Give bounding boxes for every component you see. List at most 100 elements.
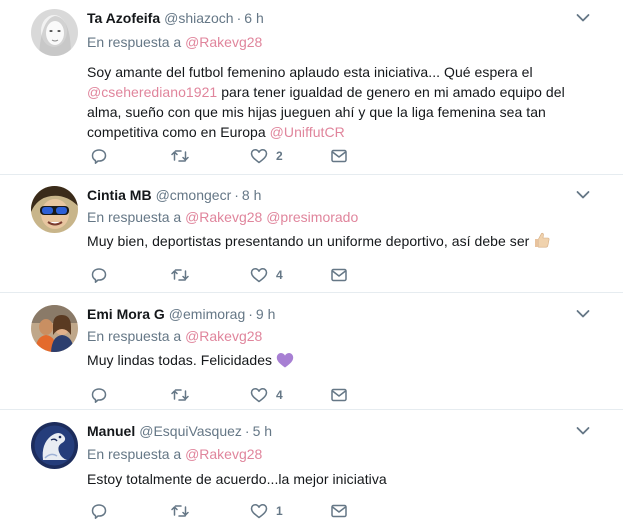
retweet-icon: [171, 389, 189, 401]
reply-mention[interactable]: @Rakevg28: [185, 328, 262, 344]
avatar-image: [31, 9, 78, 56]
like-button[interactable]: 4: [250, 265, 283, 285]
tweet-text: Muy lindas todas. Felicidades: [87, 350, 623, 370]
fullname[interactable]: Ta Azofeifa: [87, 9, 160, 27]
fullname[interactable]: Manuel: [87, 422, 135, 440]
mention-link[interactable]: @cseherediano1921: [87, 84, 217, 100]
username[interactable]: @cmongecr: [156, 186, 232, 204]
reply-prefix: En respuesta a: [87, 209, 182, 225]
avatar[interactable]: [31, 186, 78, 233]
tweet-text: Muy bien, deportistas presentando un uni…: [87, 231, 623, 251]
separator-dot: ·: [236, 10, 242, 26]
reply-icon: [91, 504, 107, 519]
tweet-actions: 2: [87, 146, 387, 170]
reply-icon: [91, 268, 107, 283]
separator-dot: ·: [248, 306, 253, 322]
reply-icon: [91, 388, 107, 403]
retweet-button[interactable]: [171, 501, 189, 521]
direct-message-button[interactable]: [331, 146, 347, 166]
timestamp[interactable]: 9 h: [256, 305, 275, 323]
retweet-icon: [171, 505, 189, 517]
like-count: 1: [276, 504, 283, 518]
thumbs-up-emoji: [535, 232, 550, 248]
retweet-icon: [171, 269, 189, 281]
avatar-image: [31, 305, 78, 352]
reply-button[interactable]: [91, 385, 107, 405]
text-segment: Muy lindas todas. Felicidades: [87, 352, 273, 368]
reply-context: En respuesta a @Rakevg28: [87, 33, 623, 51]
tweet-actions: 4: [87, 385, 387, 409]
purple-heart-emoji: [276, 353, 294, 368]
direct-message-button[interactable]: [331, 385, 347, 405]
reply-prefix: En respuesta a: [87, 446, 182, 462]
message-icon: [331, 504, 347, 518]
direct-message-button[interactable]: [331, 265, 347, 285]
reply-prefix: En respuesta a: [87, 34, 182, 50]
reply-context: En respuesta a @Rakevg28: [87, 445, 623, 463]
tweet-actions: 1: [87, 501, 387, 523]
separator-dot: ·: [244, 423, 250, 439]
message-icon: [331, 268, 347, 282]
like-count: 2: [276, 149, 283, 163]
tweet-header: Manuel @EsquiVasquez · 5 h: [87, 410, 623, 440]
reply-button[interactable]: [91, 265, 107, 285]
retweet-button[interactable]: [171, 385, 189, 405]
separator-dot: ·: [234, 187, 239, 203]
chevron-down-icon[interactable]: [576, 190, 590, 200]
timestamp[interactable]: 6 h: [244, 9, 263, 27]
username[interactable]: @EsquiVasquez: [139, 422, 242, 440]
text-segment: Estoy totalmente de acuerdo...la mejor i…: [87, 471, 387, 487]
like-icon: [250, 149, 268, 164]
retweet-button[interactable]: [171, 146, 189, 166]
like-icon: [250, 388, 268, 403]
avatar[interactable]: [31, 9, 78, 56]
avatar-image: [31, 186, 78, 233]
username[interactable]: @shiazoch: [164, 9, 233, 27]
tweet[interactable]: Manuel @EsquiVasquez · 5 h En respuesta …: [0, 410, 623, 523]
like-icon: [250, 268, 268, 283]
tweet-actions: 4: [87, 265, 387, 289]
reply-mention[interactable]: @Rakevg28: [185, 34, 262, 50]
like-button[interactable]: 1: [250, 501, 283, 521]
tweet-header: Cintia MB @cmongecr · 8 h: [87, 175, 623, 204]
mention-link[interactable]: @UniffutCR: [270, 124, 345, 140]
tweet-text: Estoy totalmente de acuerdo...la mejor i…: [87, 469, 623, 489]
reply-context: En respuesta a @Rakevg28 @presimorado: [87, 208, 623, 226]
chevron-down-icon[interactable]: [576, 426, 590, 436]
like-icon: [250, 504, 268, 519]
fullname[interactable]: Emi Mora G: [87, 305, 165, 323]
reply-context: En respuesta a @Rakevg28: [87, 327, 623, 345]
reply-icon: [91, 149, 107, 164]
avatar[interactable]: [31, 305, 78, 352]
reply-mention[interactable]: @Rakevg28: [185, 446, 262, 462]
username[interactable]: @emimorag: [169, 305, 245, 323]
retweet-button[interactable]: [171, 265, 189, 285]
fullname[interactable]: Cintia MB: [87, 186, 152, 204]
like-button[interactable]: 4: [250, 385, 283, 405]
reply-button[interactable]: [91, 501, 107, 521]
timestamp[interactable]: 8 h: [242, 186, 261, 204]
text-segment: Soy amante del futbol femenino aplaudo e…: [87, 64, 533, 80]
retweet-icon: [171, 150, 189, 162]
reply-mention[interactable]: @Rakevg28: [185, 209, 262, 225]
text-segment: Muy bien, deportistas presentando un uni…: [87, 233, 530, 249]
like-count: 4: [276, 268, 283, 282]
reply-feed: Ta Azofeifa @shiazoch · 6 h En respuesta…: [0, 0, 623, 523]
tweet[interactable]: Emi Mora G @emimorag · 9 h En respuesta …: [0, 293, 623, 410]
message-icon: [331, 388, 347, 402]
like-count: 4: [276, 388, 283, 402]
timestamp[interactable]: 5 h: [253, 422, 272, 440]
tweet-text: Soy amante del futbol femenino aplaudo e…: [87, 62, 597, 142]
reply-mention[interactable]: @presimorado: [266, 209, 358, 225]
tweet[interactable]: Ta Azofeifa @shiazoch · 6 h En respuesta…: [0, 0, 623, 175]
tweet-header: Emi Mora G @emimorag · 9 h: [87, 293, 623, 323]
direct-message-button[interactable]: [331, 501, 347, 521]
chevron-down-icon[interactable]: [576, 309, 590, 319]
chevron-down-icon[interactable]: [576, 13, 590, 23]
tweet-header: Ta Azofeifa @shiazoch · 6 h: [87, 0, 623, 27]
avatar[interactable]: [31, 422, 78, 469]
reply-prefix: En respuesta a: [87, 328, 182, 344]
reply-button[interactable]: [91, 146, 107, 166]
tweet[interactable]: Cintia MB @cmongecr · 8 h En respuesta a…: [0, 175, 623, 293]
like-button[interactable]: 2: [250, 146, 283, 166]
